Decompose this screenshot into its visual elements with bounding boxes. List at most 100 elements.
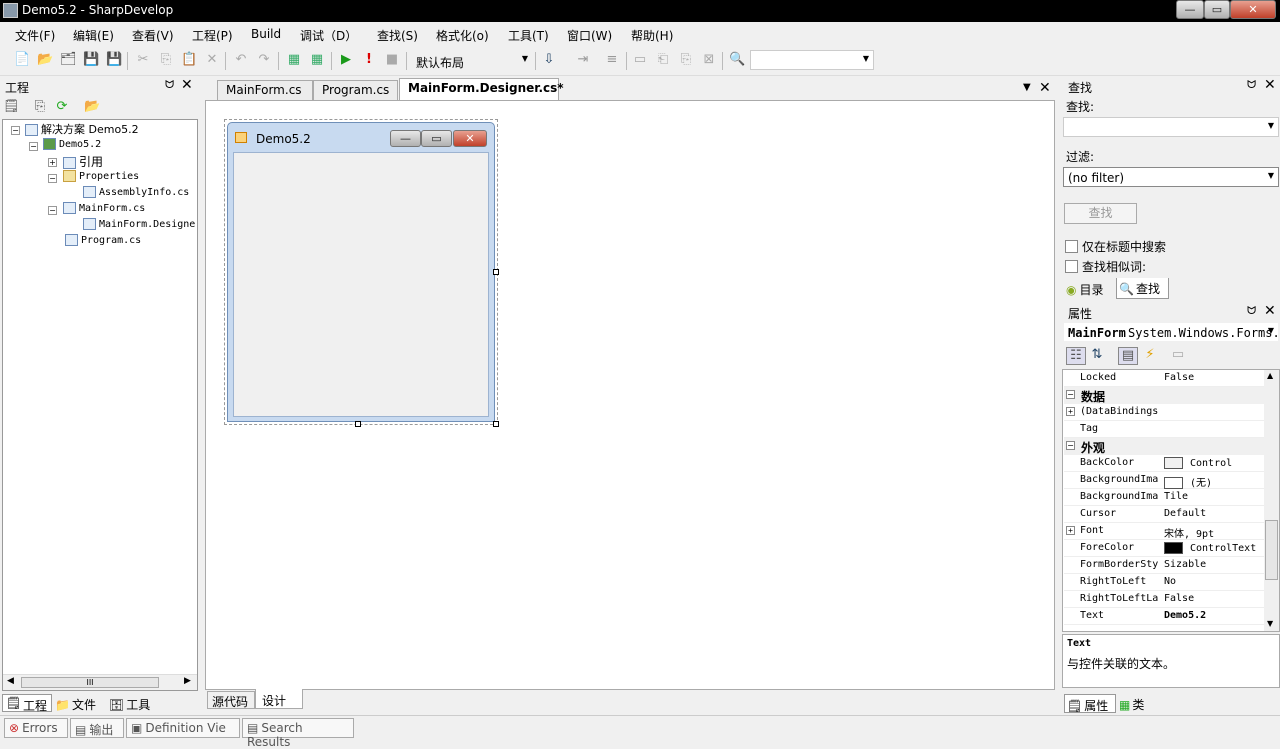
property-row[interactable]: + Font 宋体, 9pt (1064, 523, 1264, 540)
tab-source[interactable]: 源代码 (207, 691, 255, 709)
scroll-right-icon[interactable]: ▶ (184, 676, 191, 686)
property-row[interactable]: BackgroundIma (无) (1064, 472, 1264, 489)
property-row[interactable]: RightToLeftLa False (1064, 591, 1264, 608)
rebuild-icon[interactable]: ▦ (309, 52, 325, 68)
property-category[interactable]: − 数据 (1064, 387, 1264, 404)
minimize-button[interactable]: — (1176, 0, 1204, 19)
property-row[interactable]: Cursor Default (1064, 506, 1264, 523)
save-all-icon[interactable]: 💾 (106, 52, 122, 68)
menu-file[interactable]: 文件(F) (15, 27, 55, 44)
cut-icon[interactable]: ✂ (135, 52, 151, 68)
resize-handle[interactable] (493, 421, 499, 427)
expand-icon[interactable]: + (1066, 526, 1075, 535)
menu-view[interactable]: 查看(V) (132, 27, 174, 44)
tab-design[interactable]: 设计 (255, 689, 303, 709)
collapse-icon[interactable]: − (1066, 441, 1075, 450)
tab-list-icon[interactable]: ▼ (1023, 82, 1031, 93)
menu-build[interactable]: Build (251, 27, 281, 41)
form-maximize-button[interactable]: ▭ (421, 130, 452, 147)
tab-project[interactable]: 🗒 工程 (2, 694, 52, 713)
delete-icon[interactable]: ✕ (204, 52, 220, 68)
title-only-checkbox[interactable] (1065, 240, 1078, 253)
scroll-left-icon[interactable]: ◀ (7, 676, 14, 686)
tree-item-references[interactable]: 引用 (63, 153, 103, 170)
undo-icon[interactable]: ↶ (233, 52, 249, 68)
property-value[interactable]: Tile (1164, 491, 1188, 502)
tab-contents[interactable]: ◉ 目录 (1064, 279, 1116, 298)
tree-item-mainform-designer[interactable]: MainForm.Designer.cs (83, 218, 197, 230)
menu-window[interactable]: 窗口(W) (567, 27, 612, 44)
menu-tools[interactable]: 工具(T) (508, 27, 549, 44)
tab-classes[interactable]: ▦ 类 (1119, 696, 1144, 713)
find-icon[interactable]: 🔍 (729, 52, 745, 68)
indent-icon[interactable]: ⇥ (575, 52, 591, 68)
tab-errors[interactable]: ⊗ Errors (4, 718, 68, 738)
collapse-icon[interactable]: − (11, 126, 20, 135)
collapse-icon[interactable]: − (48, 206, 57, 215)
stop-icon[interactable]: ■ (384, 52, 400, 68)
build-icon[interactable]: ▦ (286, 52, 302, 68)
property-value[interactable]: No (1164, 576, 1176, 587)
property-pages-icon[interactable]: ▭ (1170, 347, 1186, 363)
bookmark-next-icon[interactable]: ⎘ (678, 52, 694, 68)
scroll-down-icon[interactable]: ▼ (1267, 619, 1273, 628)
quick-search-input[interactable]: ▼ (750, 50, 874, 70)
property-value[interactable]: Sizable (1164, 559, 1206, 570)
property-value[interactable]: False (1164, 593, 1194, 604)
bookmark-clear-icon[interactable]: ⊠ (701, 52, 717, 68)
design-surface[interactable]: Demo5.2 — ▭ ✕ (205, 100, 1055, 690)
open-project-icon[interactable]: 🗂 (60, 52, 77, 68)
property-row[interactable]: Locked False (1064, 370, 1264, 387)
property-row[interactable]: Tag (1064, 421, 1264, 438)
new-file-icon[interactable]: 📄 (14, 52, 30, 68)
property-value[interactable]: Default (1164, 508, 1206, 519)
tab-search-results[interactable]: ▤ Search Results (242, 718, 354, 749)
collapse-icon[interactable]: − (29, 142, 38, 151)
form-close-button[interactable]: ✕ (453, 130, 487, 147)
resize-handle[interactable] (493, 269, 499, 275)
tab-files[interactable]: 📁 文件 (55, 696, 96, 713)
tree-item-properties[interactable]: Properties (63, 170, 139, 182)
resize-handle[interactable] (355, 421, 361, 427)
property-value[interactable]: Demo5.2 (1164, 610, 1206, 621)
expand-icon[interactable]: + (1066, 407, 1075, 416)
copy-icon[interactable]: ⎘ (158, 52, 174, 68)
copy-icon[interactable]: ⎘ (32, 99, 48, 115)
menu-project[interactable]: 工程(P) (192, 27, 233, 44)
scroll-up-icon[interactable]: ▲ (1267, 371, 1273, 380)
events-icon[interactable]: ⚡ (1142, 347, 1158, 363)
tab-output[interactable]: ▤ 输出 (70, 718, 124, 738)
tree-item-mainform[interactable]: MainForm.cs (63, 202, 145, 214)
folder-icon[interactable]: 📂 (84, 99, 100, 115)
menu-help[interactable]: 帮助(H) (631, 27, 673, 44)
tree-item-solution[interactable]: 解决方案 Demo5.2 (25, 121, 139, 137)
close-icon[interactable]: ✕ (1264, 77, 1276, 93)
goto-icon[interactable]: ⇩ (541, 52, 557, 68)
paste-icon[interactable]: 📋 (181, 52, 197, 68)
save-icon[interactable]: 💾 (83, 52, 99, 68)
properties-icon[interactable]: 🗒 (3, 99, 20, 115)
filter-select[interactable]: (no filter) ▼ (1063, 167, 1279, 187)
close-button[interactable]: ✕ (1230, 0, 1276, 19)
bookmark-prev-icon[interactable]: ⎗ (655, 52, 671, 68)
property-value[interactable]: False (1164, 372, 1194, 383)
menu-edit[interactable]: 编辑(E) (73, 27, 114, 44)
menu-debug[interactable]: 调试（D） (300, 27, 357, 44)
property-value[interactable]: Control (1164, 457, 1232, 469)
search-button[interactable]: 查找 (1064, 203, 1137, 224)
redo-icon[interactable]: ↷ (256, 52, 272, 68)
scroll-thumb[interactable]: III (21, 677, 159, 688)
tree-item-project[interactable]: Demo5.2 (43, 138, 101, 150)
find-input[interactable]: ▼ (1063, 117, 1279, 137)
open-folder-icon[interactable]: 📂 (37, 52, 53, 68)
property-scrollbar[interactable]: ▲ ▼ (1264, 370, 1279, 631)
scroll-thumb[interactable] (1265, 520, 1278, 580)
property-category[interactable]: − 外观 (1064, 438, 1264, 455)
tab-mainform-cs[interactable]: MainForm.cs (217, 80, 313, 100)
property-value[interactable]: 宋体, 9pt (1164, 525, 1214, 540)
tree-item-assemblyinfo[interactable]: AssemblyInfo.cs (83, 186, 189, 198)
properties-view-icon[interactable]: ▤ (1118, 347, 1138, 365)
property-value[interactable]: ControlText (1164, 542, 1256, 554)
tree-item-program[interactable]: Program.cs (65, 234, 141, 246)
pin-icon[interactable]: ᗢ (1247, 78, 1256, 92)
